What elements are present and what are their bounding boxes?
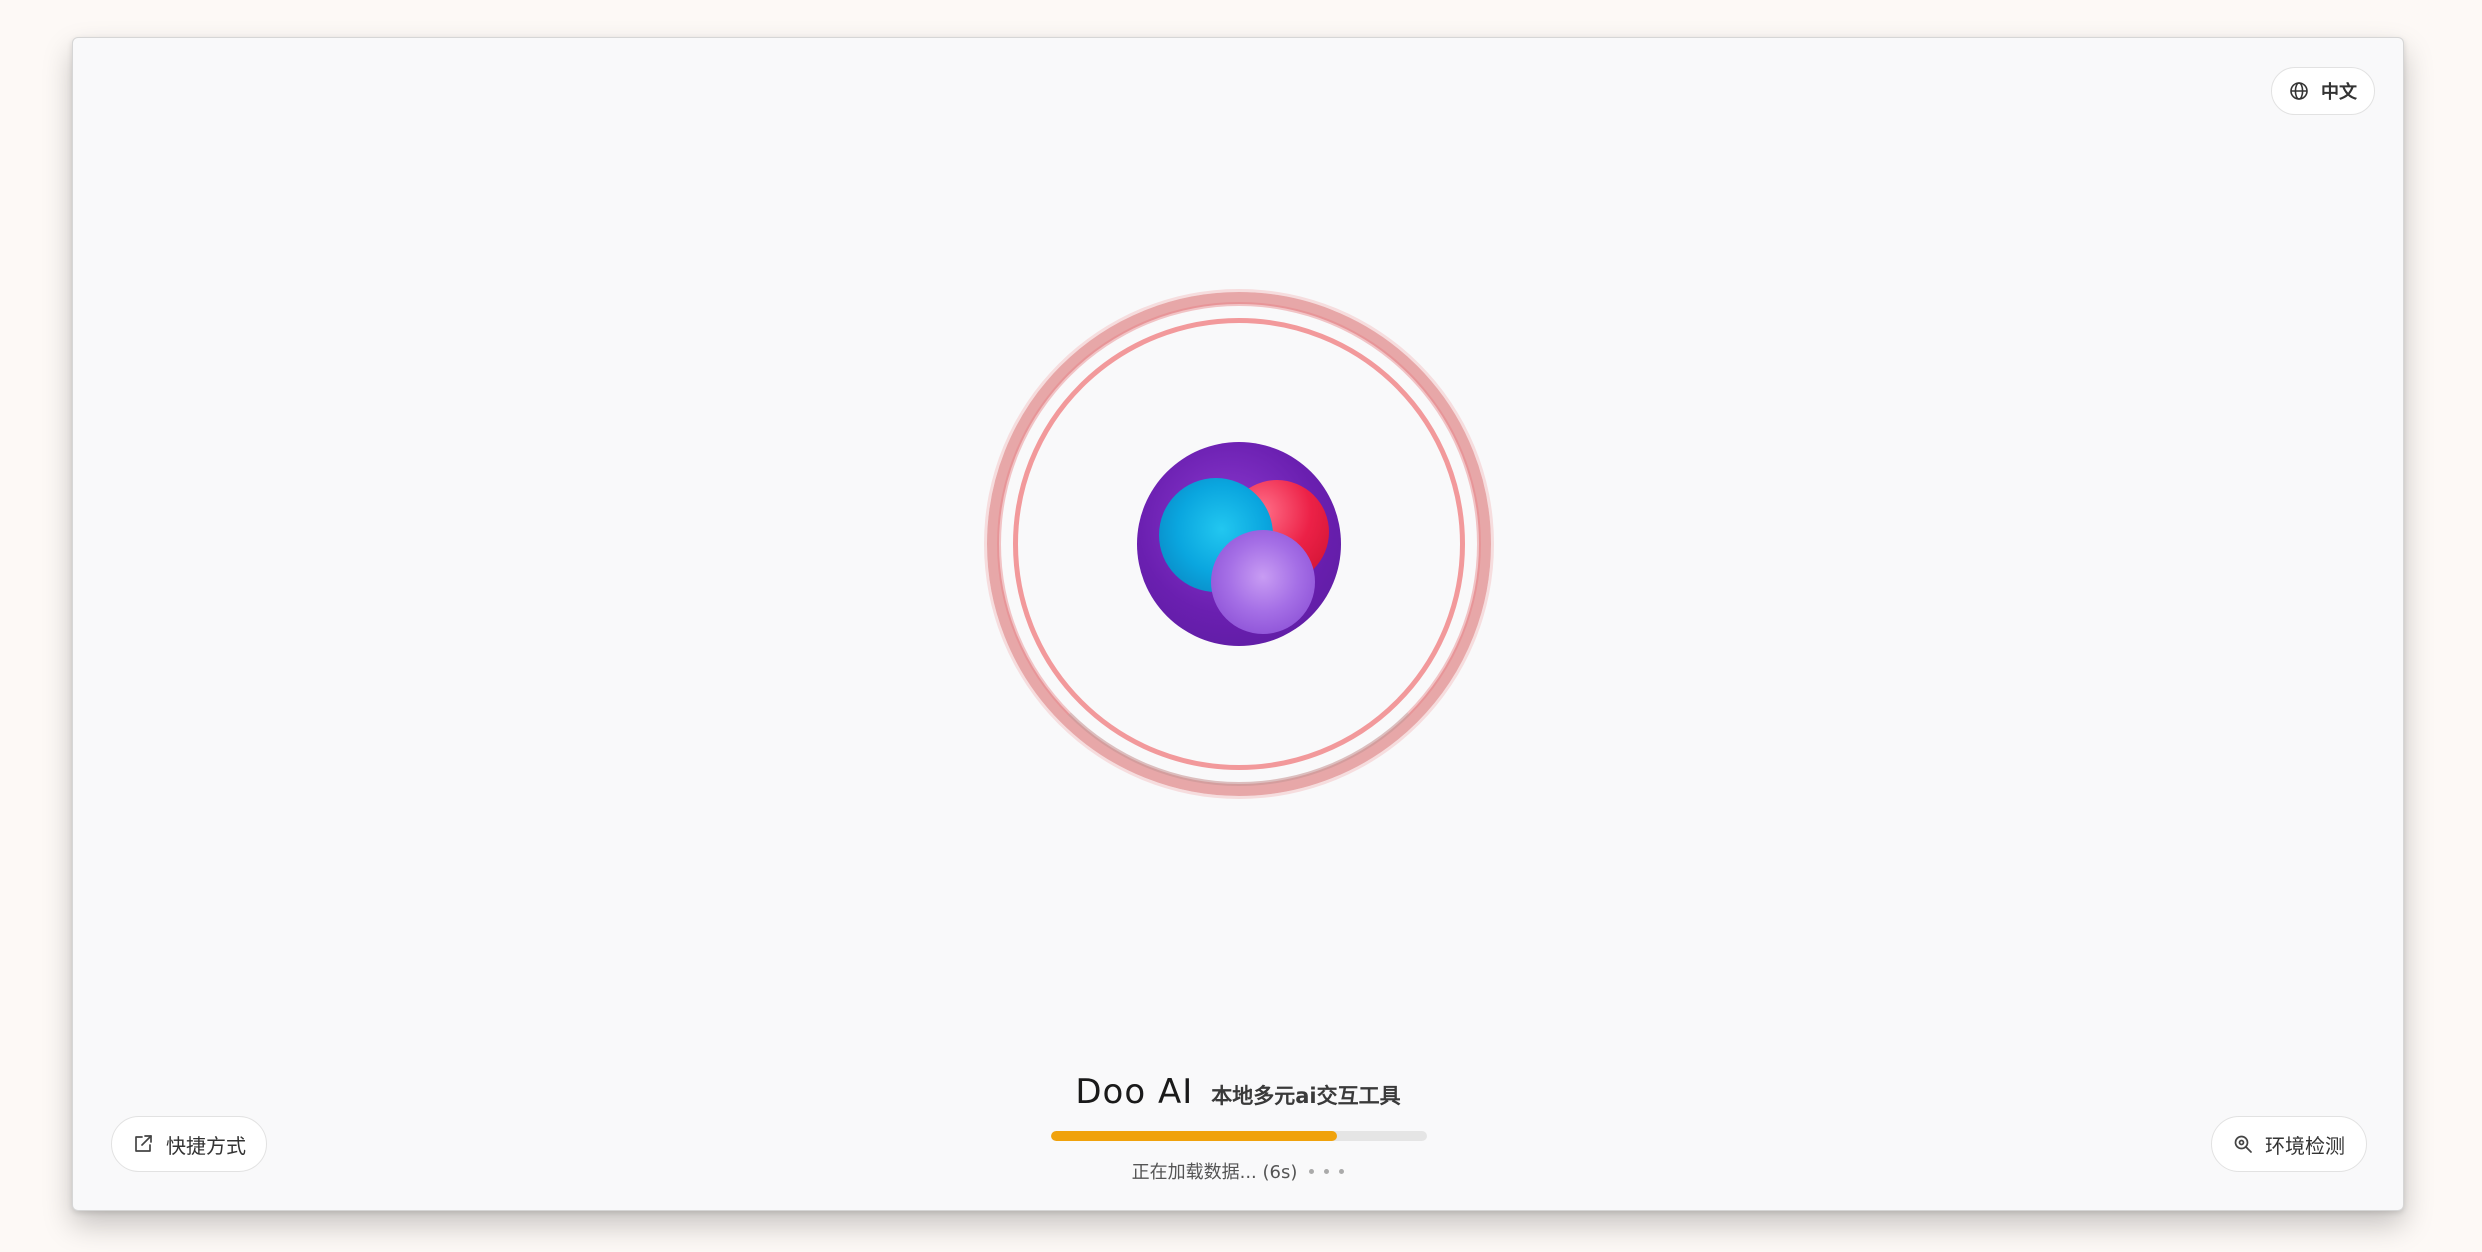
loading-dots [1309,1168,1345,1174]
loading-progress-bar [1051,1131,1427,1141]
external-link-icon [132,1133,154,1155]
app-name: Doo AI [1075,1072,1194,1112]
language-label: 中文 [2321,82,2357,103]
shortcut-button[interactable]: 快捷方式 [111,1116,267,1172]
loading-progress-fill [1051,1131,1337,1141]
app-tagline: 本地多元ai交互工具 [1211,1084,1401,1108]
globe-icon [2289,81,2309,101]
loading-orb [987,292,1491,796]
language-button[interactable]: 中文 [2271,67,2375,115]
zoom-search-icon [2233,1134,2253,1154]
loading-status: 正在加载数据... (6s) [73,1158,2403,1184]
logo-purple-sphere [1211,530,1315,634]
app-window: 中文 Doo AI 本地多元ai交互工具 正在加载数据... (6s) 快捷方式… [72,37,2404,1211]
environment-check-label: 环境检测 [2265,1133,2345,1158]
environment-check-button[interactable]: 环境检测 [2211,1116,2367,1172]
app-logo [1137,442,1341,646]
loading-text: 正在加载数据... (6s) [1131,1162,1298,1183]
brand-heading: Doo AI 本地多元ai交互工具 [73,1072,2403,1112]
shortcut-label: 快捷方式 [166,1133,246,1158]
